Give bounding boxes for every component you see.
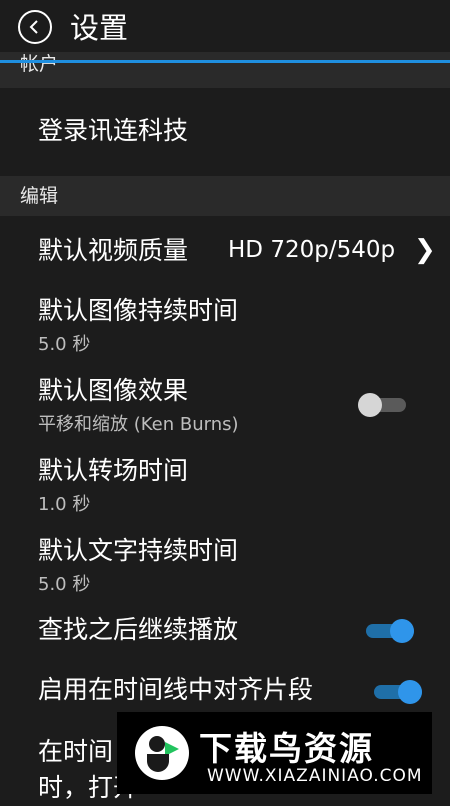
text-duration-value: 5.0 秒 bbox=[38, 574, 91, 595]
watermark-overlay: 下载鸟资源 WWW.XIAZAINIAO.COM bbox=[117, 712, 432, 794]
video-quality-label: 默认视频质量 bbox=[38, 236, 189, 265]
setting-image-duration[interactable]: 默认图像持续时间 5.0 秒 bbox=[0, 288, 450, 366]
continue-after-find-label: 查找之后继续播放 bbox=[38, 615, 239, 644]
setting-transition-duration[interactable]: 默认转场时间 1.0 秒 bbox=[0, 448, 450, 526]
video-quality-value: HD 720p/540p bbox=[228, 237, 396, 263]
bird-logo-icon bbox=[135, 726, 189, 780]
page-title: 设置 bbox=[70, 11, 129, 45]
image-effect-value: 平移和缩放 (Ken Burns) bbox=[38, 414, 239, 435]
section-account-label: 帐户 bbox=[20, 53, 59, 75]
transition-duration-label: 默认转场时间 bbox=[38, 456, 189, 485]
partial-line1: 在时间 bbox=[38, 737, 114, 766]
setting-text-duration[interactable]: 默认文字持续时间 5.0 秒 bbox=[0, 528, 450, 606]
login-label: 登录讯连科技 bbox=[38, 116, 189, 145]
section-edit: 编辑 bbox=[0, 176, 450, 216]
toggle-thumb bbox=[358, 393, 382, 417]
section-account: 帐户 bbox=[0, 52, 450, 88]
image-duration-value: 5.0 秒 bbox=[38, 334, 91, 355]
snap-timeline-toggle[interactable] bbox=[374, 680, 422, 704]
watermark-title: 下载鸟资源 bbox=[199, 729, 374, 768]
chevron-right-icon: ❯ bbox=[414, 235, 436, 265]
back-button[interactable] bbox=[18, 10, 52, 44]
image-effect-label: 默认图像效果 bbox=[38, 376, 189, 405]
image-effect-toggle[interactable] bbox=[358, 393, 406, 417]
image-duration-label: 默认图像持续时间 bbox=[38, 296, 239, 325]
header-accent-line bbox=[0, 60, 450, 63]
continue-after-find-toggle[interactable] bbox=[366, 619, 414, 643]
text-duration-label: 默认文字持续时间 bbox=[38, 536, 239, 565]
app-header: 设置 bbox=[0, 0, 450, 60]
toggle-thumb bbox=[398, 680, 422, 704]
toggle-thumb bbox=[390, 619, 414, 643]
section-edit-label: 编辑 bbox=[20, 185, 59, 207]
login-row[interactable]: 登录讯连科技 bbox=[0, 88, 450, 174]
transition-duration-value: 1.0 秒 bbox=[38, 494, 91, 515]
back-arrow-icon bbox=[29, 20, 38, 34]
snap-timeline-label: 启用在时间线中对齐片段 bbox=[38, 675, 314, 704]
watermark-url: WWW.XIAZAINIAO.COM bbox=[207, 766, 423, 786]
